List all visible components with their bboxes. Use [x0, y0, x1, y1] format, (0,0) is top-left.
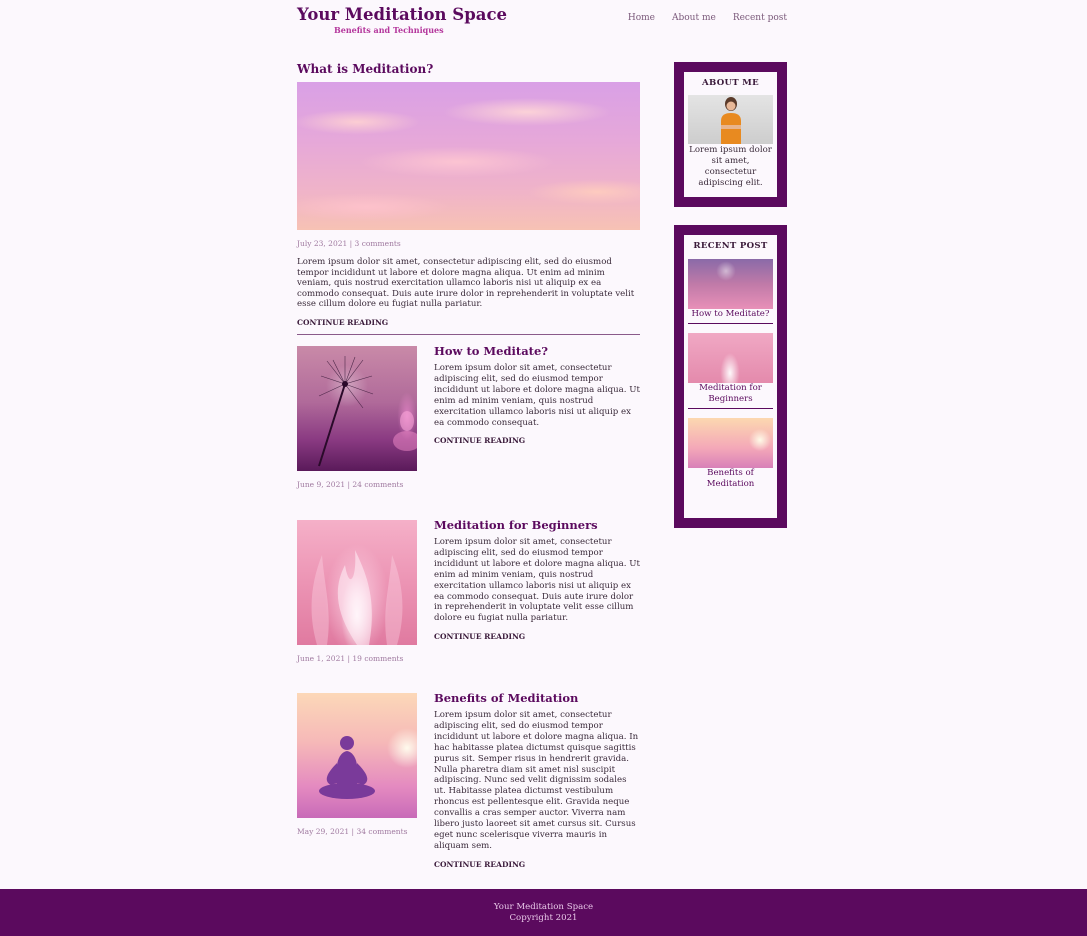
post-body: Lorem ipsum dolor sit amet, consectetur …: [434, 537, 640, 624]
recent-post-heading: RECENT POST: [693, 241, 768, 251]
post-text: Meditation for Beginners Lorem ipsum dol…: [434, 518, 640, 643]
post-title[interactable]: Benefits of Meditation: [434, 691, 640, 705]
post-thumbnail-meditating-person[interactable]: [297, 693, 417, 818]
nav-home[interactable]: Home: [628, 13, 655, 23]
post-title[interactable]: How to Meditate?: [434, 344, 640, 358]
recent-post-thumbnail-3[interactable]: [688, 418, 773, 468]
recent-post-link-1[interactable]: How to Meditate?: [684, 309, 777, 320]
recent-post-thumbnail-2[interactable]: [688, 333, 773, 383]
recent-post-thumbnail-1[interactable]: [688, 259, 773, 309]
recent-post-divider: [688, 408, 773, 409]
person-avatar-icon: [721, 97, 741, 144]
post-thumbnail-dandelion[interactable]: [297, 346, 421, 471]
post-text: How to Meditate? Lorem ipsum dolor sit a…: [434, 344, 640, 447]
about-me-heading: ABOUT ME: [702, 78, 759, 88]
nav-about-me[interactable]: About me: [672, 13, 716, 23]
post-text: Benefits of Meditation Lorem ipsum dolor…: [434, 691, 640, 871]
featured-post-body: Lorem ipsum dolor sit amet, consectetur …: [297, 257, 635, 309]
continue-reading-link[interactable]: CONTINUE READING: [434, 860, 525, 869]
featured-divider: [297, 333, 640, 335]
footer-site-name: Your Meditation Space: [493, 902, 594, 912]
post-meta: June 1, 2021 | 19 comments: [297, 654, 404, 663]
post-thumbnail-light-flame[interactable]: [297, 520, 417, 645]
dandelion-icon: [318, 356, 421, 467]
footer-copyright: Copyright 2021: [509, 912, 578, 923]
continue-reading-link[interactable]: CONTINUE READING: [434, 436, 525, 445]
meditating-person-icon: [319, 736, 375, 799]
nav-recent-post[interactable]: Recent post: [733, 13, 787, 23]
sidebar-recent-post: RECENT POST How to Meditate? Meditation …: [674, 225, 787, 528]
post-body: Lorem ipsum dolor sit amet, consectetur …: [434, 363, 640, 428]
recent-post-link-2[interactable]: Meditation for Beginners: [684, 383, 777, 405]
recent-post-link-3[interactable]: Benefits of Meditation: [684, 468, 777, 490]
about-me-text: Lorem ipsum dolor sit amet, consectetur …: [689, 145, 772, 188]
post-title[interactable]: Meditation for Beginners: [434, 518, 640, 532]
site-title[interactable]: Your Meditation Space: [297, 5, 507, 24]
post-meta: June 9, 2021 | 24 comments: [297, 480, 404, 489]
site-footer: Your Meditation Space Copyright 2021: [0, 889, 1087, 936]
site-subtitle: Benefits and Techniques: [334, 25, 444, 35]
featured-continue-reading-link[interactable]: CONTINUE READING: [297, 318, 388, 327]
featured-post-meta: July 23, 2021 | 3 comments: [297, 239, 401, 248]
featured-post-image-sky[interactable]: [297, 82, 640, 230]
featured-post: What is Meditation? July 23, 2021 | 3 co…: [297, 62, 640, 335]
flame-icon: [311, 550, 403, 645]
featured-post-title[interactable]: What is Meditation?: [297, 62, 640, 76]
post-body: Lorem ipsum dolor sit amet, consectetur …: [434, 710, 639, 851]
recent-post-divider: [688, 323, 773, 324]
continue-reading-link[interactable]: CONTINUE READING: [434, 632, 525, 641]
sidebar-about-me: ABOUT ME Lorem ipsum dolor sit amet, con…: [674, 62, 787, 207]
site-header: Your Meditation Space Benefits and Techn…: [297, 5, 787, 39]
main-nav: Home About me Recent post: [628, 13, 787, 23]
about-me-photo: [688, 95, 773, 144]
post-meta: May 29, 2021 | 34 comments: [297, 827, 408, 836]
